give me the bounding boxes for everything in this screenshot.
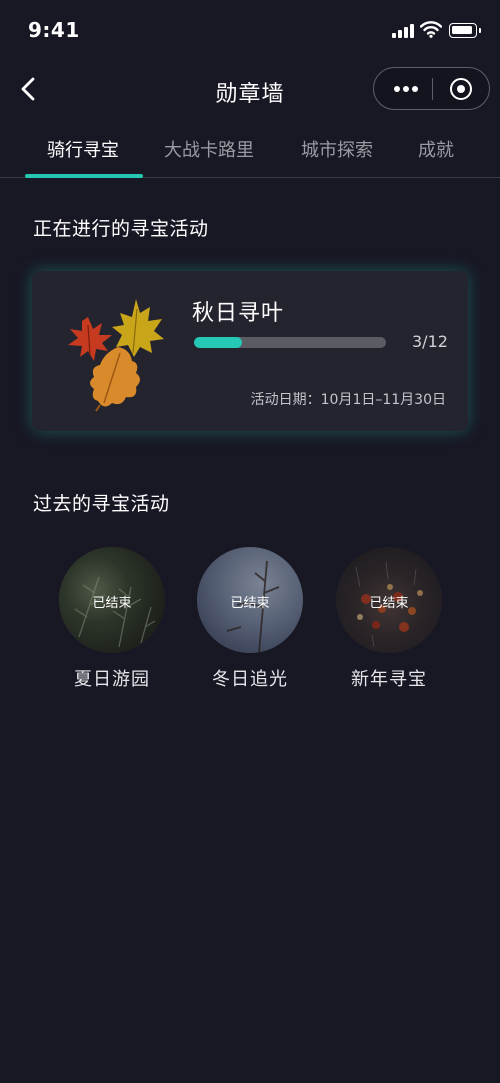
past-activity-thumbnail: 已结束	[197, 547, 303, 653]
past-section-title: 过去的寻宝活动	[33, 493, 170, 515]
tab-city-explore[interactable]: 城市探索	[301, 136, 373, 162]
tab-bar: 骑行寻宝 大战卡路里 城市探索 成就	[0, 120, 500, 178]
more-dots-icon	[394, 86, 400, 92]
wifi-icon	[420, 21, 442, 38]
battery-icon	[449, 23, 481, 38]
ended-badge: 已结束	[230, 596, 270, 611]
status-bar: 9:41	[0, 0, 500, 60]
past-activity-thumbnail: 已结束	[336, 547, 442, 653]
activity-title: 秋日寻叶	[192, 301, 285, 326]
status-time: 9:41	[28, 18, 80, 42]
close-mini-program-button[interactable]	[437, 72, 485, 106]
signal-icon	[392, 24, 416, 38]
tab-calorie-battle[interactable]: 大战卡路里	[164, 136, 254, 162]
activity-date: 活动日期：10月1日–11月30日	[250, 392, 446, 408]
ended-badge: 已结束	[369, 596, 409, 611]
activity-progress-text: 3/12	[412, 332, 448, 351]
autumn-leaves-icon	[68, 299, 164, 412]
past-activity-summer[interactable]: 已结束 夏日游园	[59, 547, 167, 691]
past-activity-name: 冬日追光	[212, 669, 288, 690]
active-tab-indicator	[25, 174, 143, 178]
nav-bar: 勋章墙	[0, 60, 500, 120]
past-activity-newyear[interactable]: 已结束 新年寻宝	[336, 547, 444, 691]
more-dot	[412, 86, 418, 92]
past-activity-name: 新年寻宝	[351, 669, 427, 690]
mini-program-capsule	[373, 67, 490, 110]
current-activity-card[interactable]: 秋日寻叶 3/12 活动日期：10月1日–11月30日	[32, 271, 468, 431]
past-activity-name: 夏日游园	[74, 669, 150, 690]
tab-achievements[interactable]: 成就	[418, 136, 454, 162]
target-dot	[457, 85, 465, 93]
past-activity-winter[interactable]: 已结束 冬日追光	[197, 547, 305, 691]
activity-progress-bar	[194, 337, 386, 348]
activity-progress-fill	[194, 337, 242, 348]
past-activity-thumbnail: 已结束	[59, 547, 165, 653]
more-button[interactable]	[382, 72, 430, 106]
ended-badge: 已结束	[92, 596, 132, 611]
capsule-divider	[432, 78, 433, 100]
more-dot	[403, 86, 409, 92]
current-section-title: 正在进行的寻宝活动	[33, 218, 209, 240]
tab-treasure-ride[interactable]: 骑行寻宝	[47, 136, 119, 162]
